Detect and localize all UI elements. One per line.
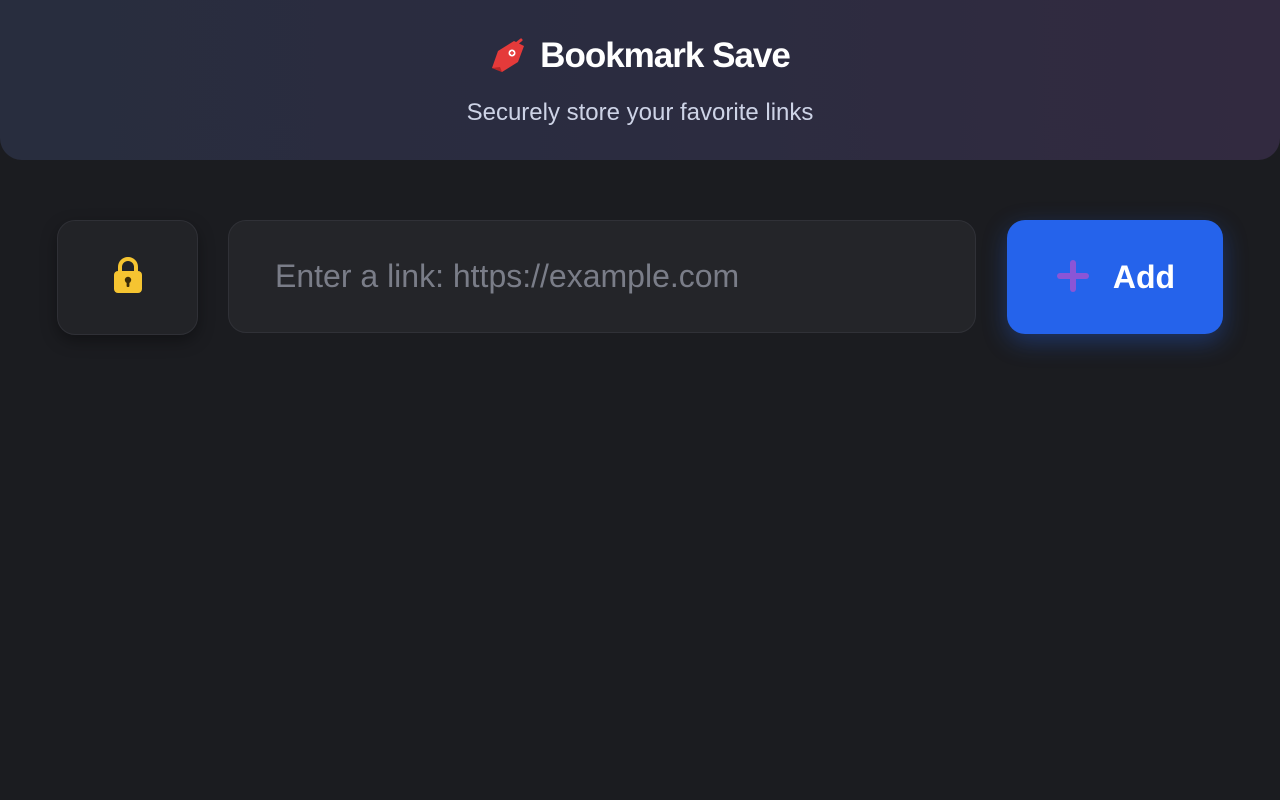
app-subtitle: Securely store your favorite links [466, 99, 814, 126]
lock-icon [112, 256, 144, 299]
link-input[interactable] [228, 220, 976, 333]
plus-icon [1055, 258, 1091, 297]
title-row: Bookmark Save [0, 36, 1280, 76]
app-title: Bookmark Save [540, 36, 791, 75]
lock-button[interactable] [57, 220, 198, 335]
add-button[interactable]: Add [1007, 220, 1223, 334]
bookmark-tag-icon [490, 37, 528, 75]
app-header: Bookmark Save Securely store your favori… [0, 0, 1280, 160]
add-button-label: Add [1112, 258, 1176, 295]
